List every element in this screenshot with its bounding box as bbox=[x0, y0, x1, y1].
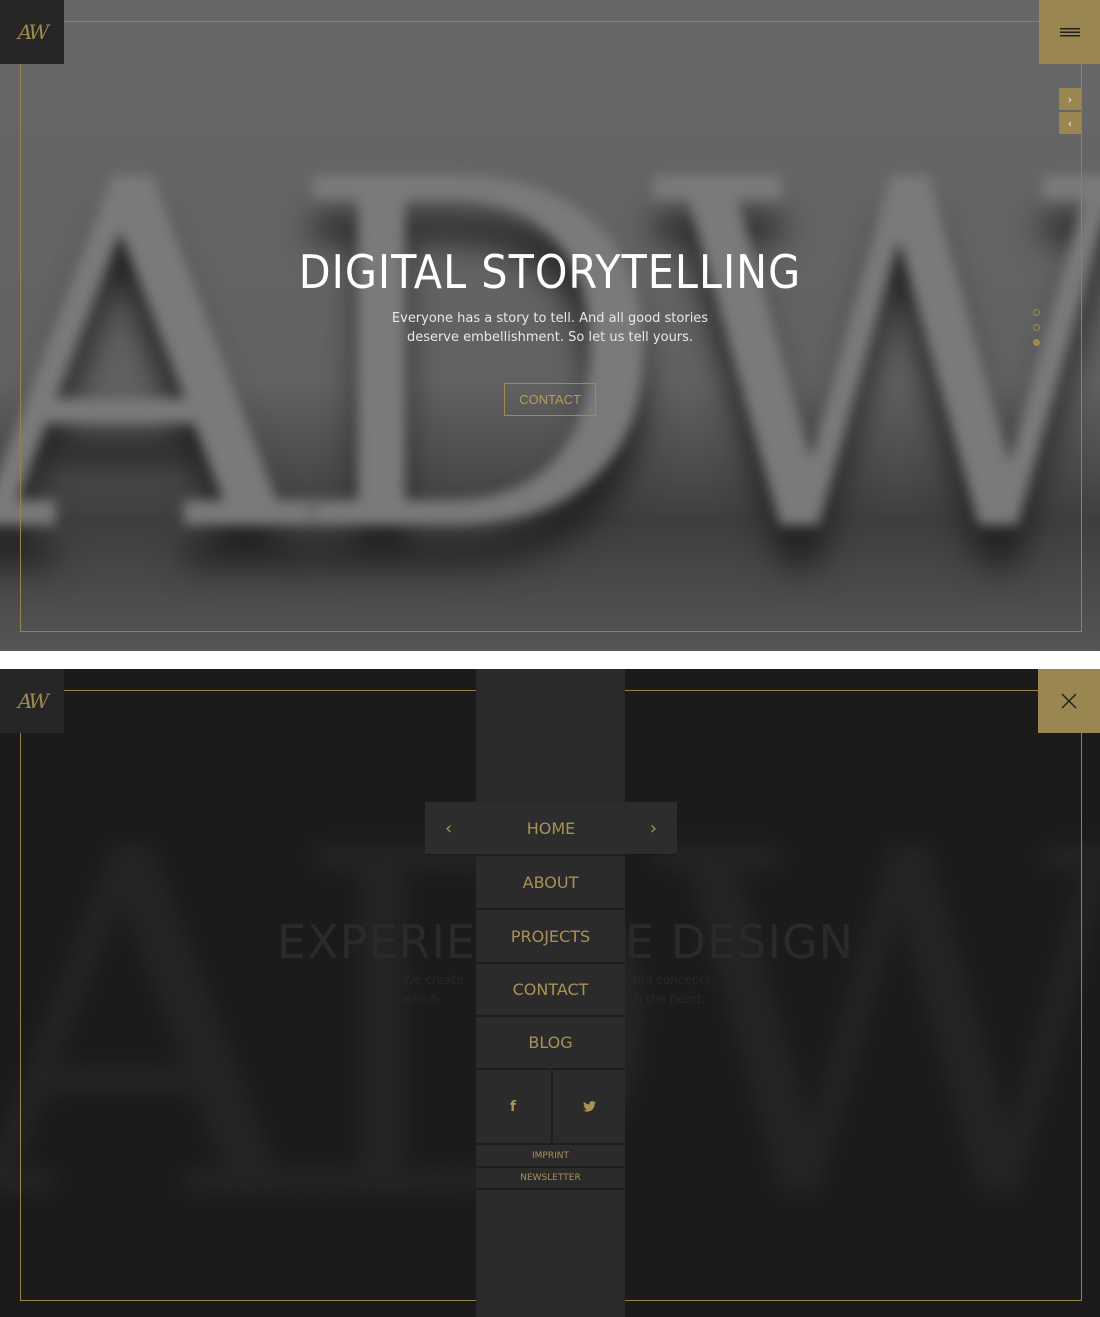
chevron-right-icon: › bbox=[1067, 92, 1073, 106]
close-icon bbox=[1061, 693, 1077, 709]
close-menu-button[interactable] bbox=[1038, 669, 1100, 733]
slide-dot-3[interactable] bbox=[1033, 339, 1040, 346]
hamburger-icon bbox=[1059, 27, 1080, 36]
contact-button[interactable]: CONTACT bbox=[504, 383, 596, 416]
twitter-button[interactable] bbox=[551, 1068, 625, 1143]
chevron-left-icon: ‹ bbox=[1067, 116, 1073, 130]
prev-slide-button[interactable]: ‹ bbox=[1059, 112, 1081, 134]
background-subtitle: We create bbox=[403, 973, 464, 987]
slide-dot-2[interactable] bbox=[1033, 324, 1040, 331]
background-title-right: E DESIGN bbox=[625, 915, 854, 969]
menu-item-home[interactable]: ‹ HOME › bbox=[425, 802, 677, 854]
hero-slide: ADW DIGITAL STORYTELLING Everyone has a … bbox=[0, 0, 1100, 651]
newsletter-link[interactable]: NEWSLETTER bbox=[476, 1166, 625, 1190]
menu-item-label: HOME bbox=[526, 818, 576, 838]
menu-button[interactable] bbox=[1039, 0, 1100, 64]
twitter-icon bbox=[582, 1101, 596, 1112]
hero-title: DIGITAL STORYTELLING bbox=[298, 245, 802, 299]
chevron-left-icon[interactable]: ‹ bbox=[445, 818, 452, 839]
facebook-icon: f bbox=[509, 1098, 517, 1115]
next-slide-button[interactable]: › bbox=[1059, 88, 1081, 110]
slide-dot-1[interactable] bbox=[1033, 309, 1040, 316]
logo[interactable]: AW bbox=[0, 0, 64, 64]
hero-subtitle: Everyone has a story to tell. And all go… bbox=[391, 311, 709, 345]
facebook-button[interactable]: f bbox=[476, 1068, 550, 1143]
background-subtitle: th the heart. bbox=[630, 992, 706, 1006]
background-subtitle: and concepts, bbox=[630, 973, 715, 987]
hero-content: DIGITAL STORYTELLING Everyone has a stor… bbox=[0, 245, 1100, 416]
logo[interactable]: AW bbox=[0, 669, 64, 733]
chevron-right-icon[interactable]: › bbox=[650, 818, 657, 839]
menu-item-contact[interactable]: CONTACT bbox=[476, 962, 625, 1015]
imprint-link[interactable]: IMPRINT bbox=[476, 1143, 625, 1166]
background-subtitle: which bbox=[403, 992, 438, 1006]
menu-item-projects[interactable]: PROJECTS bbox=[476, 908, 625, 962]
menu-item-blog[interactable]: BLOG bbox=[476, 1015, 625, 1068]
menu-item-about[interactable]: ABOUT bbox=[476, 854, 625, 908]
